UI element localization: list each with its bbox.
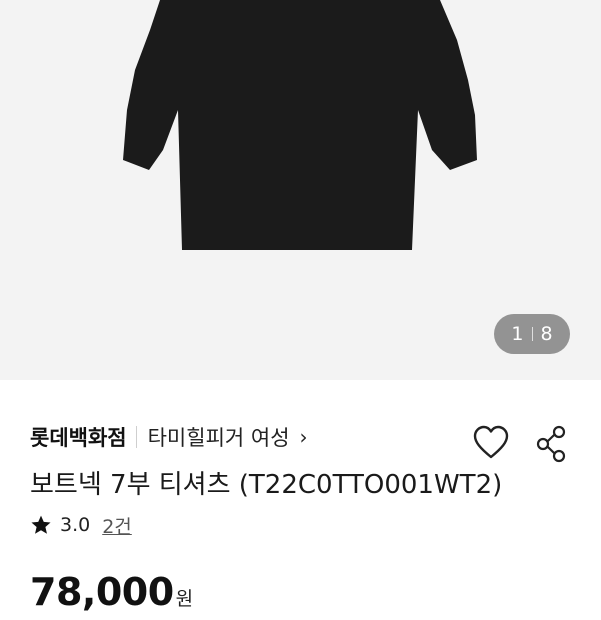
share-icon[interactable] xyxy=(534,424,570,464)
pager-divider xyxy=(531,327,533,341)
chevron-right-icon[interactable]: › xyxy=(300,425,308,449)
rating-value: 3.0 xyxy=(60,514,91,536)
image-pager: 1 8 xyxy=(494,314,570,354)
sub-brand-link[interactable]: 타미힐피거 여성 xyxy=(148,422,290,452)
heart-icon[interactable] xyxy=(472,424,510,462)
brand-divider xyxy=(135,426,137,448)
product-title: 보트넥 7부 티셔츠 (T22C0TTO001WT2) xyxy=(30,470,503,500)
rating-row: 3.0 2건 xyxy=(30,510,132,540)
brand-row[interactable]: 롯데백화점 타미힐피거 여성 › xyxy=(30,420,308,454)
brand-name[interactable]: 롯데백화점 xyxy=(30,422,127,452)
review-count-link[interactable]: 2건 xyxy=(102,512,132,539)
price-currency: 원 xyxy=(175,588,194,610)
price-value: 78,000 xyxy=(30,570,174,614)
pager-total: 8 xyxy=(540,323,553,345)
price-row: 78,000 원 xyxy=(30,570,193,620)
garment-shape xyxy=(123,0,477,250)
pager-current: 1 xyxy=(511,323,524,345)
product-image-gallery[interactable]: 1 8 xyxy=(0,0,601,380)
star-icon xyxy=(31,515,51,534)
